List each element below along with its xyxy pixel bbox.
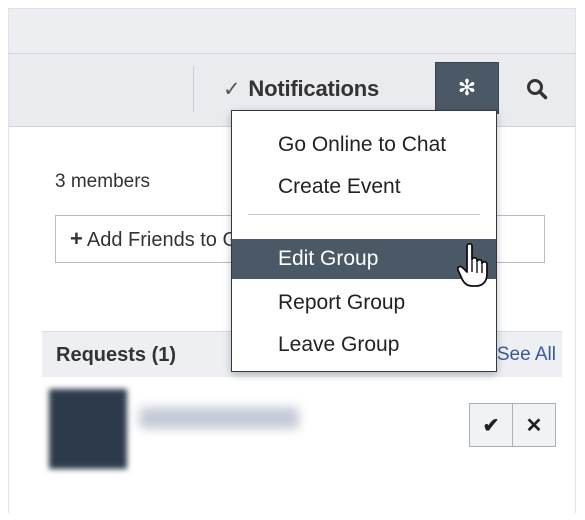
requester-avatar[interactable] [49,389,127,469]
notifications-button[interactable]: ✓ Notifications [223,66,379,112]
checkmark-icon: ✔ [482,414,500,437]
members-count[interactable]: 3 members [55,171,150,193]
approve-request-button[interactable]: ✔ [469,403,513,447]
group-settings-menu: Go Online to Chat Create Event Edit Grou… [231,110,497,372]
search-button[interactable] [515,66,559,112]
menu-item-report-group[interactable]: Report Group [232,283,496,323]
menu-item-go-online[interactable]: Go Online to Chat [232,125,496,165]
menu-item-create-event[interactable]: Create Event [232,167,496,207]
notifications-label: Notifications [248,76,380,101]
app-frame: ✓ Notifications ✻ 3 members + Add Friends … [8,8,576,513]
hand-cursor-icon [457,242,488,287]
top-strip [9,9,575,53]
menu-item-leave-group[interactable]: Leave Group [232,325,496,365]
requests-title: Requests (1) [56,344,177,366]
gear-icon: ✻ [457,75,477,100]
requester-name-blurred[interactable] [139,407,299,429]
request-actions: ✔ ✕ [469,403,556,447]
menu-separator [248,214,480,215]
decline-request-button[interactable]: ✕ [513,403,556,447]
search-icon [527,79,548,100]
plus-icon: + [70,226,83,251]
close-icon: ✕ [525,414,543,437]
see-all-link[interactable]: See All [497,332,556,378]
settings-gear-button[interactable]: ✻ [435,62,499,114]
check-icon: ✓ [223,78,241,101]
toolbar-divider [193,66,194,112]
